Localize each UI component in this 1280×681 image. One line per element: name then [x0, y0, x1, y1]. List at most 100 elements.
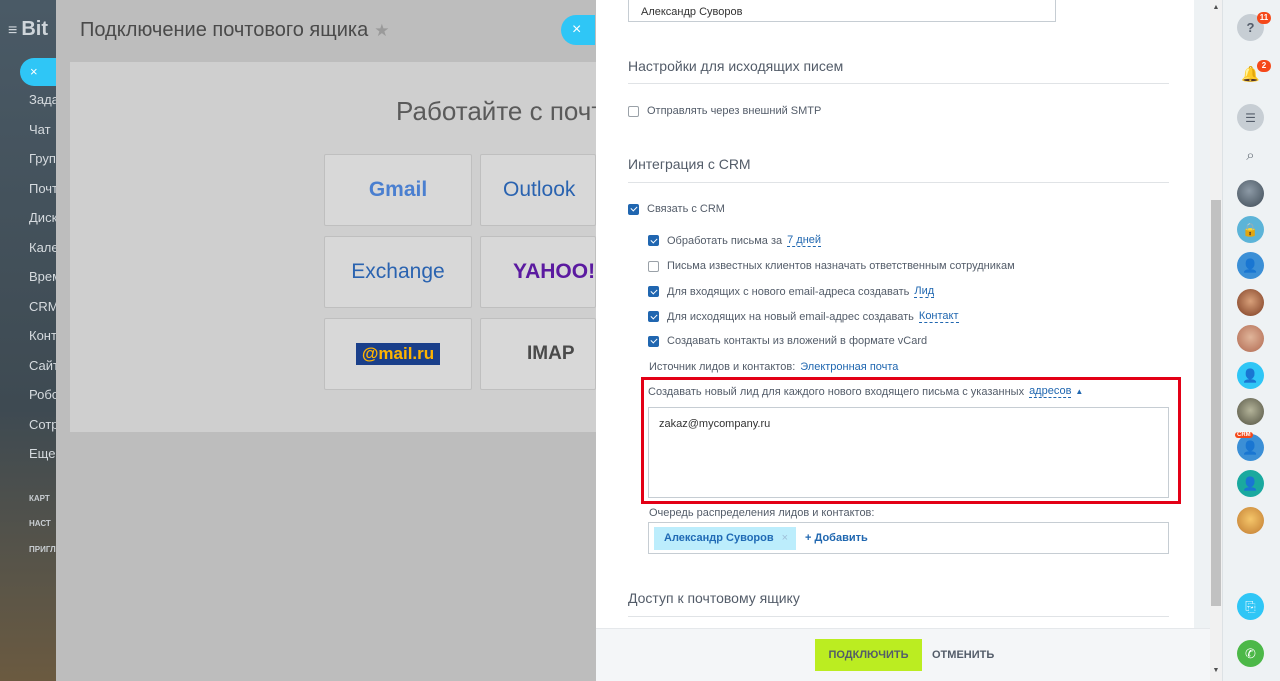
queue-label: Очередь распределения лидов и контактов:: [649, 507, 875, 519]
process-label: Обработать письма за: [667, 234, 783, 247]
exchange-logo: Exchange: [351, 260, 445, 283]
crm-user-icon[interactable]: 👤: [1237, 434, 1264, 461]
provider-imap[interactable]: IMAP: [480, 318, 596, 390]
logo-text: Bit: [21, 18, 49, 40]
avatar[interactable]: [1237, 507, 1264, 534]
right-rail: ? 11 🔔 2 ☰ ⌕ 🔒 👤 👤 👤 CRM 👤 ⎘ ✆: [1222, 0, 1280, 681]
page-title: Подключение почтового ящика ★: [80, 19, 389, 42]
sidebar-item[interactable]: Кале: [29, 240, 56, 270]
settings-form: Александр Суворов Настройки для исходящи…: [596, 0, 1194, 628]
queue-add-link[interactable]: + Добавить: [805, 532, 868, 544]
provider-gmail[interactable]: Gmail: [324, 154, 472, 226]
access-section-title: Доступ к почтовому ящику: [628, 590, 800, 606]
crm-badge: CRM: [1235, 432, 1253, 438]
menu-icon[interactable]: ≡: [8, 22, 17, 39]
page-title-text: Подключение почтового ящика: [80, 19, 369, 41]
crm-link-option[interactable]: Связать с CRM: [628, 203, 725, 215]
source-link[interactable]: Электронная почта: [800, 361, 898, 373]
sidebar-item[interactable]: Врем: [29, 269, 56, 299]
avatar[interactable]: [1237, 325, 1264, 352]
remove-tag-icon[interactable]: ×: [782, 532, 788, 544]
outlook-logo: Outlook: [503, 178, 576, 201]
sidebar-item[interactable]: Конт: [29, 328, 56, 358]
user-icon[interactable]: 👤: [1237, 252, 1264, 279]
widget-icon[interactable]: ⎘: [1237, 593, 1264, 620]
scroll-thumb[interactable]: [1211, 200, 1221, 606]
incoming-checkbox[interactable]: [648, 286, 659, 297]
avatar[interactable]: [1237, 180, 1264, 207]
mailru-logo: @mail.ru: [355, 343, 441, 365]
crm-section-title: Интеграция с CRM: [628, 156, 751, 172]
provider-mailru[interactable]: @mail.ru: [324, 318, 472, 390]
known-clients-option[interactable]: Письма известных клиентов назначать отве…: [648, 260, 1015, 272]
crm-link-checkbox[interactable]: [628, 203, 639, 215]
sidebar-item[interactable]: Еще: [29, 446, 56, 476]
star-icon[interactable]: ★: [374, 21, 389, 40]
sidebar-item[interactable]: Почт: [29, 181, 56, 211]
source-row: Источник лидов и контактов: Электронная п…: [649, 361, 898, 373]
divider: [628, 616, 1169, 617]
sidebar-small-item[interactable]: ПРИГЛ: [29, 545, 56, 554]
mailbox-name-input[interactable]: Александр Суворов: [628, 0, 1056, 22]
sidebar-item[interactable]: Груп: [29, 151, 56, 181]
queue-user-tag[interactable]: Александр Суворов ×: [654, 527, 797, 550]
vcard-checkbox[interactable]: [648, 335, 659, 347]
scroll-down-arrow-icon[interactable]: ▼: [1210, 667, 1222, 674]
chat-icon[interactable]: ☰: [1237, 104, 1264, 131]
outgoing-label: Для исходящих на новый email-адрес созда…: [667, 310, 914, 323]
divider: [628, 83, 1169, 84]
cancel-button[interactable]: ОТМЕНИТЬ: [932, 649, 994, 661]
vcard-option[interactable]: Создавать контакты из вложений в формате…: [648, 335, 927, 347]
vcard-label: Создавать контакты из вложений в формате…: [667, 335, 928, 347]
avatar[interactable]: [1237, 398, 1264, 425]
sidebar-item[interactable]: Чат: [29, 122, 56, 152]
avatar[interactable]: [1237, 289, 1264, 316]
process-checkbox[interactable]: [648, 235, 659, 246]
provider-outlook[interactable]: Outlook: [480, 154, 596, 226]
slider-footer: ПОДКЛЮЧИТЬ ОТМЕНИТЬ: [596, 628, 1222, 681]
queue-selector[interactable]: Александр Суворов × + Добавить: [648, 522, 1169, 554]
incoming-entity-link[interactable]: Лид: [914, 285, 935, 298]
settings-slider: Александр Суворов Настройки для исходящи…: [596, 0, 1222, 681]
source-label: Источник лидов и контактов:: [649, 361, 796, 373]
sidebar-item[interactable]: Сайт: [29, 358, 56, 388]
search-icon[interactable]: ⌕: [1237, 142, 1264, 169]
incoming-label: Для входящих с нового email-адреса созда…: [667, 285, 910, 298]
sidebar-item[interactable]: CRM: [29, 299, 56, 329]
process-option[interactable]: Обработать письма за 7 дней: [648, 234, 822, 247]
app-sidebar: ≡Bit × ЗадаЧатГрупПочтДискКалеВремCRMКон…: [0, 0, 56, 681]
highlight-frame: [641, 377, 1181, 504]
lock-icon[interactable]: 🔒: [1237, 216, 1264, 243]
incoming-option[interactable]: Для входящих с нового email-адреса созда…: [648, 285, 935, 298]
outgoing-option[interactable]: Для исходящих на новый email-адрес созда…: [648, 310, 959, 323]
app-logo[interactable]: ≡ Bit: [8, 18, 48, 41]
smtp-checkbox[interactable]: [628, 105, 639, 117]
sidebar-menu: ЗадаЧатГрупПочтДискКалеВремCRMКонтСайтРо…: [29, 92, 56, 476]
outgoing-entity-link[interactable]: Контакт: [918, 310, 959, 323]
sidebar-small-item[interactable]: НАСТ: [29, 519, 51, 528]
notify-badge: 2: [1257, 60, 1271, 72]
sidebar-search-pill[interactable]: ×: [20, 58, 56, 86]
process-period-link[interactable]: 7 дней: [787, 234, 822, 247]
sidebar-item[interactable]: Робо: [29, 387, 56, 417]
outgoing-checkbox[interactable]: [648, 311, 659, 322]
scroll-up-arrow-icon[interactable]: ▲: [1210, 4, 1222, 11]
provider-exchange[interactable]: Exchange: [324, 236, 472, 308]
smtp-option[interactable]: Отправлять через внешний SMTP: [628, 105, 821, 117]
provider-yahoo[interactable]: YAHOO!: [480, 236, 596, 308]
sidebar-item[interactable]: Зада: [29, 92, 56, 122]
user-icon[interactable]: 👤: [1237, 470, 1264, 497]
connect-button[interactable]: ПОДКЛЮЧИТЬ: [815, 639, 922, 671]
user-clock-icon[interactable]: 👤: [1237, 362, 1264, 389]
phone-icon[interactable]: ✆: [1237, 640, 1264, 667]
sidebar-item[interactable]: Сотр: [29, 417, 56, 447]
help-badge: 11: [1257, 12, 1271, 24]
close-slider-button[interactable]: ×: [561, 15, 595, 45]
scrollbar[interactable]: ▲ ▼: [1210, 0, 1222, 681]
imap-logo: IMAP: [527, 343, 575, 364]
known-clients-checkbox[interactable]: [648, 260, 659, 272]
known-clients-label: Письма известных клиентов назначать отве…: [667, 260, 1015, 272]
sidebar-small-item[interactable]: КАРТ: [29, 494, 50, 503]
crm-link-label: Связать с CRM: [647, 203, 725, 215]
sidebar-item[interactable]: Диск: [29, 210, 56, 240]
